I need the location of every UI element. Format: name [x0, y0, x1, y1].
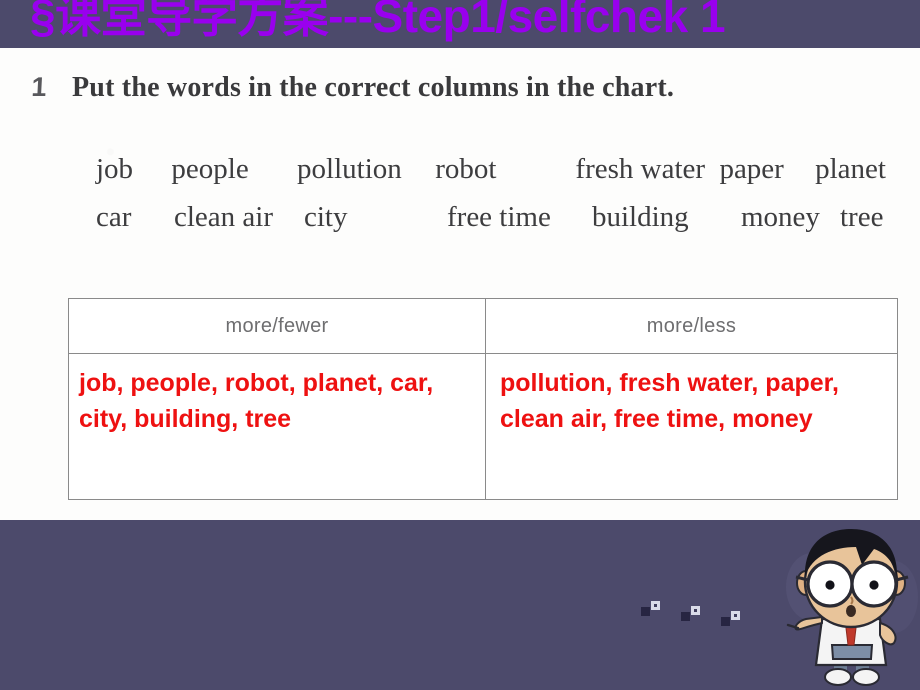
chart-answer-more-fewer: job, people, robot, planet, car, city, b…	[69, 354, 486, 499]
word-bank-row-2: car clean air city free time building mo…	[96, 201, 886, 249]
decor-square-light	[651, 601, 660, 610]
word-clean-air: clean air	[174, 201, 274, 233]
cartoon-boy-character	[782, 527, 920, 690]
decor-square-2	[681, 606, 703, 624]
chart-header-more-fewer: more/fewer	[69, 299, 486, 353]
word-tree: tree	[840, 201, 884, 233]
answer-chart-table: more/fewer more/less job, people, robot,…	[68, 298, 898, 500]
word-people: people	[171, 153, 249, 185]
word-bank-row-1: job people pollution robot fresh water p…	[96, 153, 886, 201]
word-fresh-water: fresh water	[575, 153, 706, 185]
word-city: city	[304, 201, 348, 233]
decor-square-light	[691, 606, 700, 615]
word-paper: paper	[719, 153, 784, 185]
word-car: car	[96, 201, 132, 233]
word-robot: robot	[435, 153, 497, 185]
word-job: job	[96, 153, 134, 185]
word-bank: job people pollution robot fresh water p…	[96, 153, 886, 249]
chart-body-row: job, people, robot, planet, car, city, b…	[69, 354, 897, 499]
slide: §课堂导学方案---Step1/selfchek 1 1 Put the wor…	[0, 0, 920, 690]
decor-square-dark	[681, 612, 690, 621]
decor-square-dark	[641, 607, 650, 616]
page-title: §课堂导学方案---Step1/selfchek 1	[30, 0, 726, 42]
chart-answer-more-less: pollution, fresh water, paper, clean air…	[500, 369, 839, 433]
worksheet-area: 1 Put the words in the correct columns i…	[0, 48, 920, 520]
word-free-time: free time	[447, 201, 551, 233]
word-planet: planet	[815, 153, 886, 185]
decor-square-light	[731, 611, 740, 620]
word-money: money	[741, 201, 820, 233]
chart-header-row: more/fewer more/less	[69, 299, 897, 354]
decor-square-1	[641, 601, 663, 619]
word-building: building	[592, 201, 689, 233]
decor-square-dark	[721, 617, 730, 626]
exercise-instruction-row: 1 Put the words in the correct columns i…	[20, 72, 674, 104]
exercise-number: 1	[30, 72, 48, 102]
word-pollution: pollution	[297, 153, 402, 185]
chart-header-more-less: more/less	[646, 314, 737, 337]
exercise-instruction-text: Put the words in the correct columns in …	[72, 72, 675, 103]
decor-square-3	[721, 611, 743, 629]
slide-title-band: §课堂导学方案---Step1/selfchek 1	[0, 0, 920, 48]
